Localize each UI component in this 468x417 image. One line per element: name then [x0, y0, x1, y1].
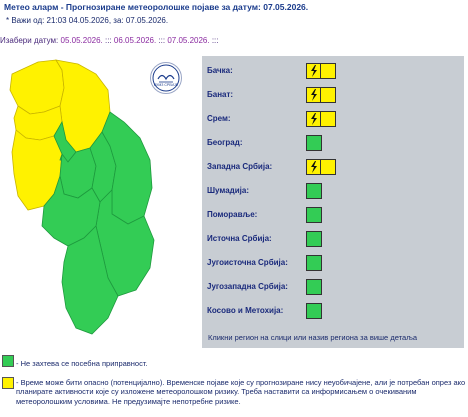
validity-text: * Важи од: 21:03 04.05.2026, за: 07.05.2…	[6, 16, 169, 25]
date-selector: Изабери датум: 05.05.2026. ::: 06.05.202…	[0, 36, 219, 45]
panel-hint: Кликни регион на слици или назив региона…	[208, 333, 418, 342]
region-row-banat[interactable]: Банат:	[202, 83, 464, 107]
warning-level-square	[306, 279, 322, 295]
warning-level-square	[320, 63, 336, 79]
legend-yellow-text: - Време може бити опасно (потенцијално).…	[16, 378, 466, 406]
serbia-warning-map: РХМЗ СРБИЈЕ	[4, 56, 198, 348]
region-name[interactable]: Београд:	[207, 138, 243, 147]
date-link-3[interactable]: 07.05.2026.	[167, 36, 209, 45]
region-name[interactable]: Југоисточна Србија:	[207, 258, 288, 267]
region-row-zapadna-srbija[interactable]: Западна Србија:	[202, 155, 464, 179]
date-separator: :::	[158, 36, 166, 45]
date-separator: :::	[211, 36, 219, 45]
region-row-kosovo-metohija[interactable]: Косово и Метохија:	[202, 299, 464, 323]
region-name[interactable]: Косово и Метохија:	[207, 306, 283, 315]
region-row-pomoravlje[interactable]: Поморавље:	[202, 203, 464, 227]
region-name[interactable]: Поморавље:	[207, 210, 257, 219]
region-name[interactable]: Западна Србија:	[207, 162, 272, 171]
region-name[interactable]: Бачка:	[207, 66, 233, 75]
emblem-text: РХМЗ СРБИЈЕ	[153, 83, 179, 87]
region-name[interactable]: Југозападна Србија:	[207, 282, 288, 291]
region-name[interactable]: Банат:	[207, 90, 233, 99]
date-link-1[interactable]: 05.05.2026.	[61, 36, 103, 45]
region-row-jugozapadna-srbija[interactable]: Југозападна Србија:	[202, 275, 464, 299]
region-row-sumadija[interactable]: Шумадија:	[202, 179, 464, 203]
warning-level-square	[306, 135, 322, 151]
thunderstorm-icon	[311, 161, 317, 173]
thunderstorm-icon	[311, 65, 317, 77]
region-row-jugoistocna-srbija[interactable]: Југоисточна Србија:	[202, 251, 464, 275]
warning-level-square	[306, 207, 322, 223]
warning-level-square	[320, 111, 336, 127]
warning-level-square	[320, 87, 336, 103]
warning-level-square	[306, 303, 322, 319]
region-row-beograd[interactable]: Београд:	[202, 131, 464, 155]
thunderstorm-icon	[311, 89, 317, 101]
region-name[interactable]: Шумадија:	[207, 186, 249, 195]
warning-level-square	[320, 159, 336, 175]
rhmz-emblem-icon: РХМЗ СРБИЈЕ	[150, 62, 182, 94]
legend-yellow-square	[2, 377, 14, 389]
region-row-istocna-srbija[interactable]: Источна Србија:	[202, 227, 464, 251]
regions-panel: Бачка: Банат: Срем: Београд: Западна Срб…	[202, 56, 464, 348]
thunderstorm-icon	[311, 113, 317, 125]
region-name[interactable]: Источна Србија:	[207, 234, 272, 243]
warning-level-square	[306, 231, 322, 247]
region-row-backa[interactable]: Бачка:	[202, 59, 464, 83]
page-title: Метео аларм - Прогнозиране метеоролошке …	[4, 2, 309, 12]
date-separator: :::	[105, 36, 112, 45]
date-link-2[interactable]: 06.05.2026.	[114, 36, 156, 45]
region-row-srem[interactable]: Срем:	[202, 107, 464, 131]
legend-green-text: - Не захтева се посебна приправност.	[16, 359, 148, 368]
warning-level-square	[306, 183, 322, 199]
legend-green-square	[2, 355, 14, 367]
region-name[interactable]: Срем:	[207, 114, 231, 123]
date-selector-label: Изабери датум:	[0, 36, 59, 45]
warning-level-square	[306, 255, 322, 271]
